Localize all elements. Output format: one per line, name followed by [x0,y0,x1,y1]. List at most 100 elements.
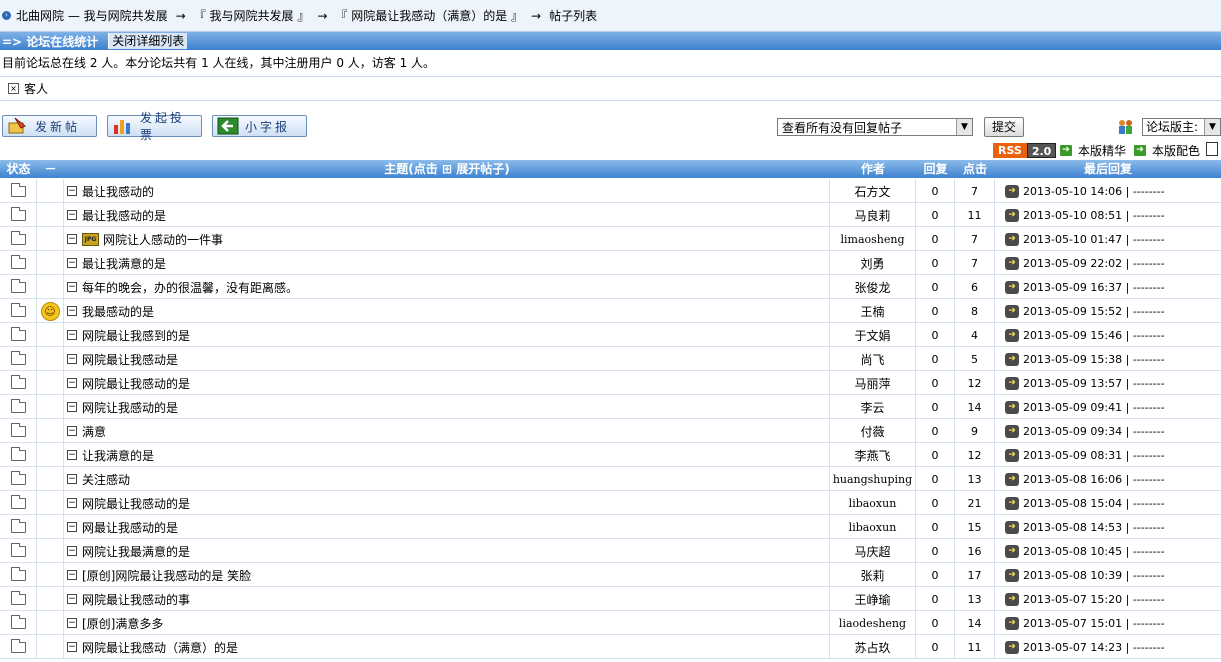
topic-title-link[interactable]: 我最感动的是 [82,303,154,320]
expand-icon[interactable]: − [67,450,77,460]
last-reply-icon[interactable]: ➜ [1005,232,1019,246]
expand-icon[interactable]: − [67,378,77,388]
author-link[interactable]: 石方文 [854,183,890,200]
topic-title-link[interactable]: 让我满意的是 [82,447,154,464]
last-reply-icon[interactable]: ➜ [1005,424,1019,438]
last-reply-icon[interactable]: ➜ [1005,328,1019,342]
col-title[interactable]: 主题(点击 ⊞ 展开帖子) [64,160,830,178]
last-reply-icon[interactable]: ➜ [1005,544,1019,558]
author-link[interactable]: 苏占玖 [854,639,890,656]
breadcrumb-item-board[interactable]: 『 网院最让我感动（满意）的是 』 [335,7,523,24]
author-link[interactable]: 王峥瑜 [854,591,890,608]
author-link[interactable]: limaosheng [840,233,904,246]
expand-icon[interactable]: − [67,210,77,220]
topic-title-link[interactable]: 网院最让我感到的是 [82,327,190,344]
guest-label[interactable]: 客人 [24,80,48,97]
topic-title-link[interactable]: 每年的晚会，办的很温馨，没有距离感。 [82,279,298,296]
expand-icon[interactable]: − [67,258,77,268]
expand-icon[interactable]: − [67,594,77,604]
submit-button[interactable]: 提交 [984,117,1024,137]
new-poll-button[interactable]: 发起投票 [107,111,202,142]
post-filter-select[interactable]: 查看所有没有回复帖子 ▼ [777,118,973,136]
moderators-select[interactable]: 论坛版主: ▼ [1142,118,1221,136]
document-icon[interactable] [1206,142,1218,156]
last-reply-icon[interactable]: ➜ [1005,400,1019,414]
topic-title-link[interactable]: 网院最让我感动是 [82,351,178,368]
author-link[interactable]: 王楠 [860,303,884,320]
author-link[interactable]: libaoxun [849,497,897,510]
last-reply-icon[interactable]: ➜ [1005,568,1019,582]
expand-icon[interactable]: − [67,234,77,244]
author-link[interactable]: 刘勇 [860,255,884,272]
last-reply-icon[interactable]: ➜ [1005,184,1019,198]
last-reply-icon[interactable]: ➜ [1005,496,1019,510]
expand-icon[interactable]: − [67,618,77,628]
expand-icon[interactable]: − [67,642,77,652]
topic-title-link[interactable]: [原创]满意多多 [82,615,163,632]
topic-title-link[interactable]: 网院让我最满意的是 [82,543,190,560]
topic-title-link[interactable]: 最让我感动的 [82,183,154,200]
last-reply-icon[interactable]: ➜ [1005,208,1019,222]
topic-title-link[interactable]: 网院让人感动的一件事 [103,231,223,248]
author-link[interactable]: 张莉 [860,567,884,584]
author-link[interactable]: 尚飞 [860,351,884,368]
last-reply-icon[interactable]: ➜ [1005,616,1019,630]
chevron-down-icon[interactable]: ▼ [1204,119,1220,135]
topic-title-link[interactable]: 关注感动 [82,471,130,488]
topic-title-link[interactable]: 满意 [82,423,106,440]
expand-icon[interactable]: − [67,186,77,196]
topic-title-link[interactable]: 最让我感动的是 [82,207,166,224]
breadcrumb-item-home[interactable]: 北曲网院 — 我与网院共发展 [16,7,168,24]
last-reply-icon[interactable]: ➜ [1005,520,1019,534]
last-reply-icon[interactable]: ➜ [1005,448,1019,462]
expand-icon[interactable]: − [67,426,77,436]
expand-icon[interactable]: − [67,354,77,364]
expand-icon[interactable]: − [67,402,77,412]
author-link[interactable]: 李云 [860,399,884,416]
author-link[interactable]: 马丽萍 [854,375,890,392]
author-link[interactable]: huangshuping [833,473,912,486]
author-link[interactable]: liaodesheng [839,617,906,630]
author-link[interactable]: libaoxun [849,521,897,534]
last-reply-icon[interactable]: ➜ [1005,376,1019,390]
close-detail-list-link[interactable]: 关闭详细列表 [108,33,188,49]
last-reply-icon[interactable]: ➜ [1005,352,1019,366]
author-link[interactable]: 李燕飞 [854,447,890,464]
new-post-button[interactable]: 发新帖 [2,115,97,137]
last-reply-icon[interactable]: ➜ [1005,472,1019,486]
expand-icon[interactable]: − [67,306,77,316]
topic-title-link[interactable]: 最让我满意的是 [82,255,166,272]
topic-title-link[interactable]: 网院让我感动的是 [82,399,178,416]
author-link[interactable]: 付薇 [860,423,884,440]
expand-icon[interactable]: − [67,522,77,532]
board-elite-link[interactable]: ➔ 本版精华 [1060,142,1126,159]
topic-title-link[interactable]: 网院最让我感动（满意）的是 [82,639,238,656]
title-cell: − 满意 [64,419,830,443]
last-reply-icon[interactable]: ➜ [1005,592,1019,606]
author-link[interactable]: 于文娟 [854,327,890,344]
author-link[interactable]: 马庆超 [854,543,890,560]
expand-icon[interactable]: − [67,282,77,292]
topic-title-link[interactable]: 网院最让我感动的是 [82,495,190,512]
expand-icon[interactable]: − [67,330,77,340]
last-reply-icon[interactable]: ➜ [1005,640,1019,654]
expand-icon[interactable]: − [67,570,77,580]
small-post-button[interactable]: 小字报 [212,115,307,137]
last-reply-icon[interactable]: ➜ [1005,304,1019,318]
topic-title-link[interactable]: 网院最让我感动的事 [82,591,190,608]
author-link[interactable]: 马良莉 [854,207,890,224]
topic-title-link[interactable]: [原创]网院最让我感动的是 笑脸 [82,567,251,584]
breadcrumb-item-forum[interactable]: 『 我与网院共发展 』 [194,7,310,24]
topic-title-link[interactable]: 网最让我感动的是 [82,519,178,536]
last-reply-icon[interactable]: ➜ [1005,280,1019,294]
expand-icon[interactable]: − [67,546,77,556]
board-colors-link[interactable]: ➔ 本版配色 [1134,142,1200,159]
chevron-down-icon[interactable]: ▼ [956,119,972,135]
topic-title-link[interactable]: 网院最让我感动的是 [82,375,190,392]
rss-badge[interactable]: RSS 2.0 [993,143,1057,158]
expand-icon[interactable]: − [67,498,77,508]
mark-cell [37,251,64,275]
expand-icon[interactable]: − [67,474,77,484]
last-reply-icon[interactable]: ➜ [1005,256,1019,270]
author-link[interactable]: 张俊龙 [854,279,890,296]
